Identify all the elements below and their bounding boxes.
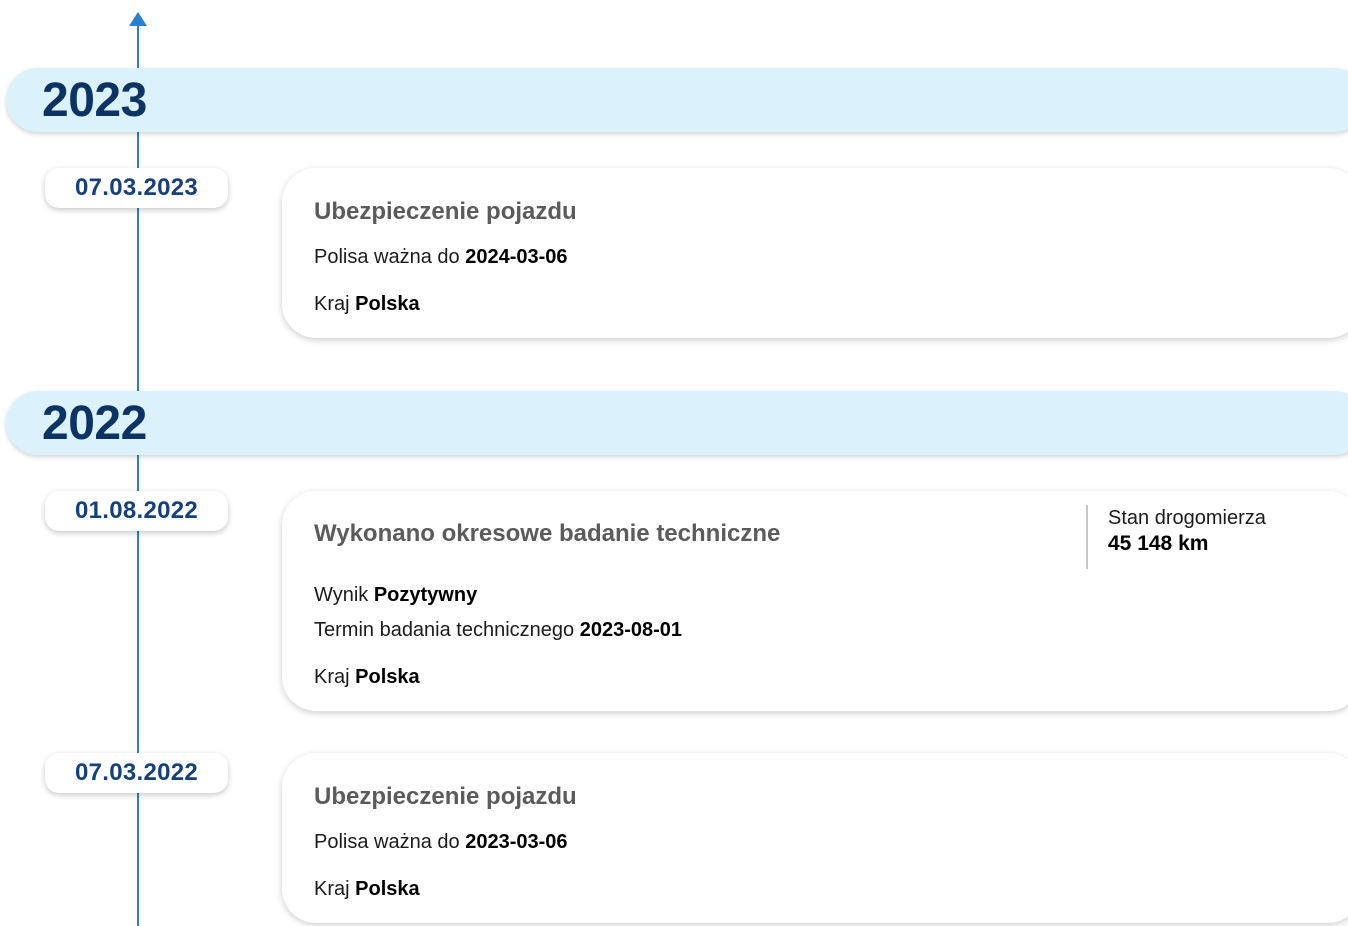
term-value: 2023-08-01: [579, 619, 683, 641]
odometer-reading: Stan drogomierza 45 148 km: [1086, 505, 1266, 569]
country-label: Kraj: [314, 293, 350, 315]
policy-value: 2023-03-06: [465, 831, 568, 853]
policy-value: 2024-03-06: [465, 246, 568, 268]
odometer-label: Stan drogomierza: [1108, 507, 1266, 529]
inspection-term-row: Termin badania technicznego 2023-08-01: [314, 619, 682, 642]
result-label: Wynik: [314, 584, 369, 606]
event-title: Wykonano okresowe badanie techniczne: [314, 520, 781, 547]
result-value: Pozytywny: [373, 584, 478, 606]
country-value: Polska: [355, 666, 420, 688]
event-title: Ubezpieczenie pojazdu: [314, 783, 577, 810]
country-value: Polska: [355, 293, 420, 315]
policy-valid-until: Polisa ważna do 2024-03-06: [314, 246, 568, 269]
event-date-badge: 01.08.2022: [45, 491, 228, 531]
country-row: Kraj Polska: [314, 878, 420, 901]
country-row: Kraj Polska: [314, 293, 420, 316]
policy-valid-until: Polisa ważna do 2023-03-06: [314, 831, 568, 854]
country-label: Kraj: [314, 878, 350, 900]
country-row: Kraj Polska: [314, 666, 420, 689]
event-card-insurance-2022[interactable]: Ubezpieczenie pojazdu Polisa ważna do 20…: [282, 753, 1348, 923]
arrow-up-icon: [129, 12, 147, 26]
odometer-value: 45 148 km: [1108, 532, 1209, 555]
event-card-insurance-2023[interactable]: Ubezpieczenie pojazdu Polisa ważna do 20…: [282, 168, 1348, 338]
result-row: Wynik Pozytywny: [314, 584, 477, 607]
year-label: 2023: [42, 73, 147, 127]
event-title: Ubezpieczenie pojazdu: [314, 198, 577, 225]
event-date-badge: 07.03.2023: [45, 168, 228, 208]
vehicle-history-timeline: 2023 07.03.2023 Ubezpieczenie pojazdu Po…: [0, 0, 1348, 926]
country-label: Kraj: [314, 666, 350, 688]
policy-label: Polisa ważna do: [314, 246, 460, 268]
policy-label: Polisa ważna do: [314, 831, 460, 853]
term-label: Termin badania technicznego: [314, 619, 575, 641]
year-label: 2022: [42, 396, 147, 450]
event-card-technical-inspection-2022[interactable]: Wykonano okresowe badanie techniczne Sta…: [282, 491, 1348, 711]
year-band-2022: 2022: [6, 391, 1348, 455]
year-band-2023: 2023: [6, 68, 1348, 132]
country-value: Polska: [355, 878, 420, 900]
event-date-badge: 07.03.2022: [45, 753, 228, 793]
